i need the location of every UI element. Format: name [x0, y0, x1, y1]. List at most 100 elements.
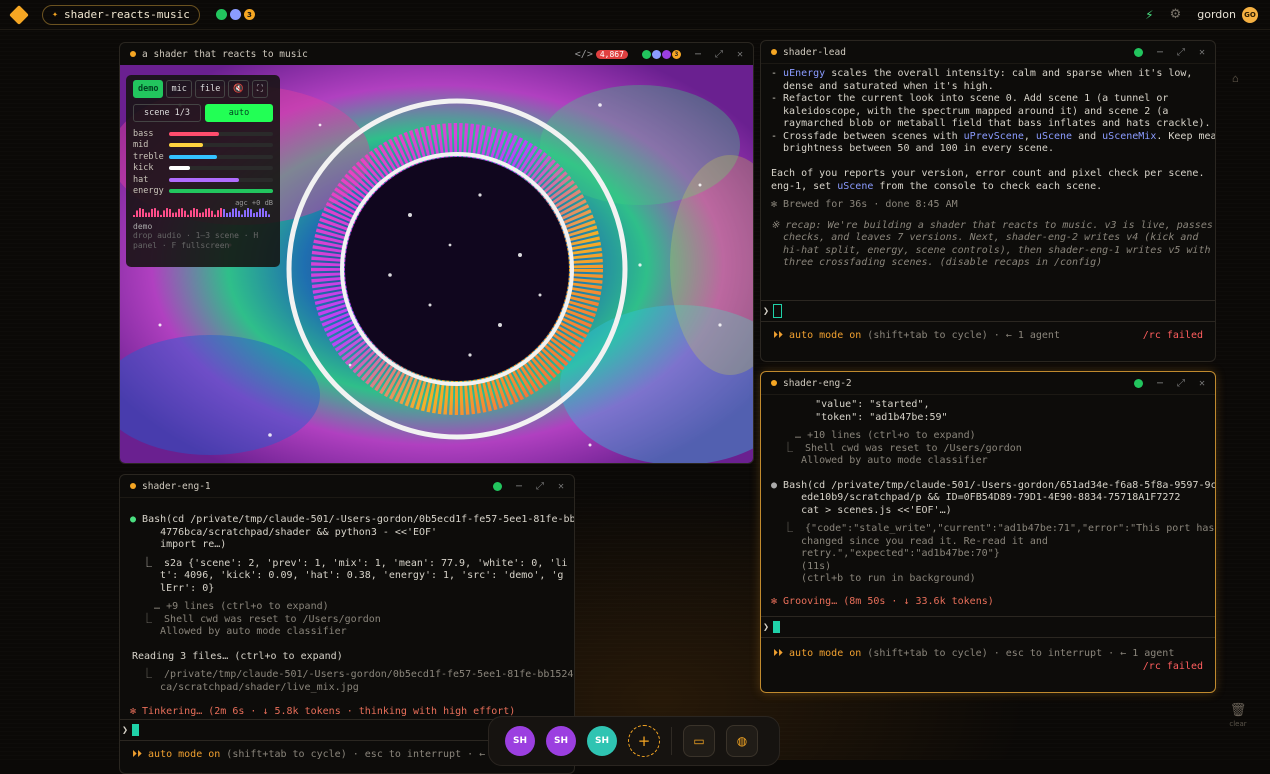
spectrum-bar [160, 214, 162, 217]
meter-fill [169, 154, 217, 159]
tool-meta: … +10 lines (ctrl+o to expand) ⎿ Shell c… [783, 430, 1022, 466]
close-icon[interactable]: ✕ [1199, 47, 1205, 58]
spectrum-bar [154, 208, 156, 217]
status-dot [771, 49, 777, 55]
participants[interactable]: 3 [641, 49, 681, 59]
spectrum-bar [226, 212, 228, 217]
dock-divider [671, 727, 672, 755]
mode-status[interactable]: auto mode on [789, 648, 861, 659]
rc-failed-status: /rc failed [1142, 330, 1203, 341]
more-icon[interactable]: ⋯ [695, 49, 701, 60]
expand-icon[interactable]: ⤢ [1177, 378, 1185, 389]
prompt-input[interactable]: ❯ [761, 616, 1215, 638]
close-icon[interactable]: ✕ [1199, 378, 1205, 389]
spectrum-bar [250, 209, 252, 217]
close-icon[interactable]: ✕ [737, 49, 743, 60]
side-panel-icon[interactable]: ⌂ [1232, 72, 1239, 85]
mode-demo-button[interactable]: demo [133, 80, 164, 98]
mode-hint: (shift+tab to cycle) · esc to interrupt … [220, 749, 510, 760]
mode-status[interactable]: auto mode on [789, 330, 861, 341]
spectrum-bar [217, 210, 219, 217]
agent-badges[interactable]: 3 [215, 9, 255, 20]
brewed-line: ✻ Brewed for 36s · done 8:45 AM [771, 199, 958, 210]
spectrum-bar [211, 210, 213, 217]
prompt-caret: ❯ [122, 724, 129, 736]
spectrum-bar [181, 208, 183, 217]
gear-icon[interactable]: ⚙ [1170, 7, 1182, 22]
panel-header[interactable]: shader-lead ⋯ ⤢ ✕ [761, 41, 1215, 64]
transcript-line: kaleidoscope, with the spectrum mapped a… [771, 105, 1169, 117]
agent-status-icon [215, 9, 227, 20]
trash-icon[interactable]: 🗑 [1226, 703, 1250, 718]
bash-command: ● Bash(cd /private/tmp/claude-501/-Users… [120, 498, 574, 558]
spectrum-bar [235, 208, 237, 217]
auto-button[interactable]: auto [205, 104, 273, 122]
mode-status[interactable]: auto mode on [148, 749, 220, 760]
agent-avatar-button[interactable]: SH [587, 726, 617, 756]
code-badge[interactable]: </> 4,867 [575, 49, 628, 60]
terminal-icon[interactable]: ▭ [683, 725, 715, 757]
agent-status-icon [1133, 47, 1143, 57]
reading-files: Reading 3 files… (ctrl+o to expand) [132, 650, 343, 662]
sparkle-icon: ✦ [52, 9, 59, 20]
panel-title: shader-eng-1 [142, 480, 211, 492]
fullscreen-icon[interactable]: ⛶ [251, 80, 268, 98]
shader-lead-panel[interactable]: shader-lead ⋯ ⤢ ✕ - uEnergy scales the o… [760, 40, 1216, 362]
fast-forward-icon: ⏵⏵ [773, 330, 790, 341]
mode-footer: ⏵⏵ auto mode on (shift+tab to cycle) · e… [773, 648, 1203, 661]
meter-track [169, 154, 273, 159]
bolt-icon[interactable]: ⚡ [1145, 8, 1153, 22]
avatar: GO [1242, 6, 1258, 23]
more-icon[interactable]: ⋯ [516, 481, 522, 492]
meter-row: hat [133, 174, 273, 186]
panel-header[interactable]: shader-eng-2 ⋯ ⤢ ✕ [761, 372, 1215, 395]
spectrum-bar [157, 210, 159, 217]
mode-hint: (shift+tab to cycle) · esc to interrupt … [861, 648, 1175, 659]
user-menu[interactable]: gordon GO [1197, 6, 1258, 23]
project-name: shader-reacts-music [64, 8, 190, 21]
shader-eng-2-panel[interactable]: shader-eng-2 ⋯ ⤢ ✕ "value": "started", "… [760, 371, 1216, 693]
participant-icon [641, 49, 651, 59]
prompt-input[interactable]: ❯ [761, 300, 1215, 322]
add-agent-button[interactable]: + [628, 725, 660, 757]
app-logo[interactable] [9, 4, 29, 25]
more-icon[interactable]: ⋯ [1157, 47, 1163, 58]
meter-label: hat [133, 174, 149, 185]
panel-header[interactable]: shader-eng-1 ⋯ ⤢ ✕ [120, 475, 574, 498]
meter-row: bass [133, 128, 273, 140]
bash-command: ● Bash(cd /private/tmp/claude-501/-Users… [761, 474, 1215, 524]
close-icon[interactable]: ✕ [558, 481, 564, 492]
spectrum-bar [136, 210, 138, 217]
mode-file-button[interactable]: file [194, 80, 226, 98]
shader-panel[interactable]: a shader that reacts to music </> 4,867 … [119, 42, 754, 464]
transcript-line: raymarched blob or metaball field that b… [771, 118, 1211, 129]
json-output: "value": "started", "token": "ad1b47be:5… [815, 399, 948, 423]
project-pill[interactable]: ✦ shader-reacts-music [42, 4, 200, 25]
agent-avatar-button[interactable]: SH [505, 726, 535, 756]
meter-label: bass [133, 128, 154, 139]
shader-canvas[interactable]: demo mic file 🔇 ⛶ scene 1/3 auto bass mid… [120, 65, 753, 463]
meter-row: treble [133, 151, 273, 163]
expand-icon[interactable]: ⤢ [536, 481, 544, 492]
user-name: gordon [1197, 8, 1236, 21]
status-dot [130, 483, 136, 489]
spectrum-bar [184, 210, 186, 217]
status-dot [130, 51, 136, 57]
spectrum-bar [199, 212, 201, 217]
more-icon[interactable]: ⋯ [1157, 378, 1163, 389]
spectrum-bar [265, 210, 267, 217]
meter-track [169, 189, 273, 194]
globe-icon[interactable]: ◍ [726, 725, 758, 757]
mode-mic-button[interactable]: mic [166, 80, 192, 98]
spectrum-bar [247, 208, 249, 217]
expand-icon[interactable]: ⤢ [715, 49, 723, 60]
spectrum-bar [229, 212, 231, 217]
expand-icon[interactable]: ⤢ [1177, 47, 1185, 58]
scene-button[interactable]: scene 1/3 [133, 104, 201, 122]
spectrum-bars [133, 208, 270, 217]
spectrum-bar [220, 208, 222, 217]
transcript-line: - uEnergy scales the overall intensity: … [771, 68, 1193, 79]
agent-avatar-button[interactable]: SH [546, 726, 576, 756]
panel-header[interactable]: a shader that reacts to music </> 4,867 … [120, 43, 753, 66]
mute-icon[interactable]: 🔇 [228, 80, 249, 98]
